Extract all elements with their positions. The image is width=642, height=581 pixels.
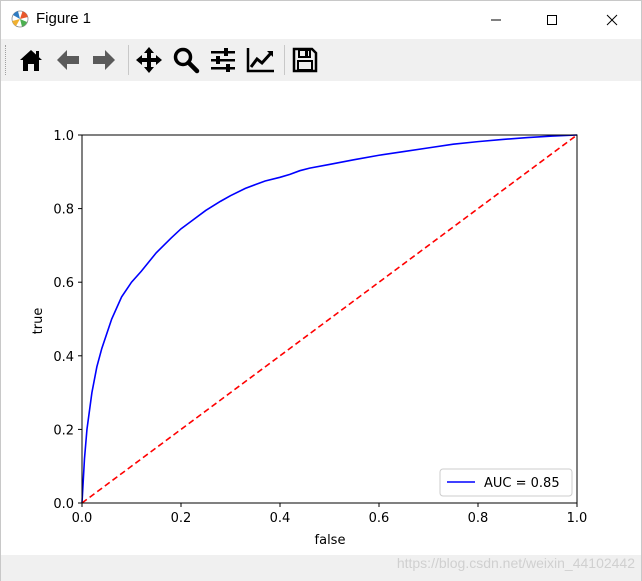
legend: AUC = 0.85	[439, 468, 573, 497]
y-tick-label: 0.0	[53, 497, 74, 512]
x-tick-label: 1.0	[567, 511, 588, 526]
navigation-toolbar	[1, 39, 641, 81]
back-icon	[57, 50, 79, 70]
figure-canvas[interactable]: 0.0 0.2 0.4 0.6 0.8 1.0 0.0 0.2 0.4 0.6 0.8 1.0 fa…	[1, 81, 641, 555]
forward-button[interactable]	[87, 43, 121, 77]
y-axis: 0.0 0.2 0.4 0.6 0.8 1.0	[53, 129, 82, 512]
status-bar: https://blog.csdn.net/weixin_44102442	[1, 555, 641, 581]
toolbar-grip[interactable]	[5, 45, 9, 75]
chance-diagonal-line	[81, 134, 578, 504]
pan-icon	[136, 47, 162, 73]
y-tick-label: 0.8	[53, 203, 74, 218]
matplotlib-icon	[11, 10, 29, 28]
home-icon	[20, 50, 42, 71]
toolbar-separator	[128, 45, 129, 75]
maximize-button[interactable]	[529, 1, 575, 39]
figure-window: Figure 1 0.0 0.2 0.4 0.6 0.8 1.0 0.0 0.2…	[0, 0, 642, 581]
y-axis-label: true	[31, 308, 46, 335]
x-axis: 0.0 0.2 0.4 0.6 0.8 1.0	[72, 503, 588, 526]
window-title: Figure 1	[36, 10, 92, 27]
y-tick-label: 0.2	[53, 423, 74, 438]
legend-label: AUC = 0.85	[484, 476, 560, 491]
pan-button[interactable]	[132, 43, 166, 77]
x-tick-label: 0.4	[270, 511, 291, 526]
x-tick-label: 0.2	[171, 511, 192, 526]
minimize-icon	[491, 19, 501, 21]
save-button[interactable]	[288, 43, 322, 77]
roc-chart: 0.0 0.2 0.4 0.6 0.8 1.0 0.0 0.2 0.4 0.6 0.8 1.0 fa…	[31, 129, 588, 548]
forward-icon	[93, 50, 115, 70]
close-icon	[606, 14, 618, 26]
y-tick-label: 1.0	[53, 129, 74, 144]
minimize-button[interactable]	[473, 1, 519, 39]
y-tick-label: 0.4	[53, 350, 74, 365]
back-button[interactable]	[51, 43, 85, 77]
toolbar-separator	[284, 45, 285, 75]
subplots-button[interactable]	[206, 43, 240, 77]
y-tick-label: 0.6	[53, 276, 74, 291]
zoom-button[interactable]	[169, 43, 203, 77]
save-icon	[292, 47, 318, 73]
subplots-icon	[211, 48, 235, 72]
maximize-icon	[547, 15, 557, 25]
home-button[interactable]	[14, 43, 48, 77]
plot-area	[81, 134, 578, 504]
x-tick-label: 0.6	[369, 511, 390, 526]
edit-axis-button[interactable]	[244, 43, 278, 77]
x-axis-label: false	[315, 533, 346, 548]
x-tick-label: 0.0	[72, 511, 93, 526]
x-tick-label: 0.8	[468, 511, 489, 526]
title-bar[interactable]: Figure 1	[1, 1, 641, 39]
close-button[interactable]	[589, 1, 635, 39]
zoom-icon	[173, 47, 200, 74]
watermark-text: https://blog.csdn.net/weixin_44102442	[396, 555, 635, 571]
edit-axis-icon	[246, 48, 274, 73]
